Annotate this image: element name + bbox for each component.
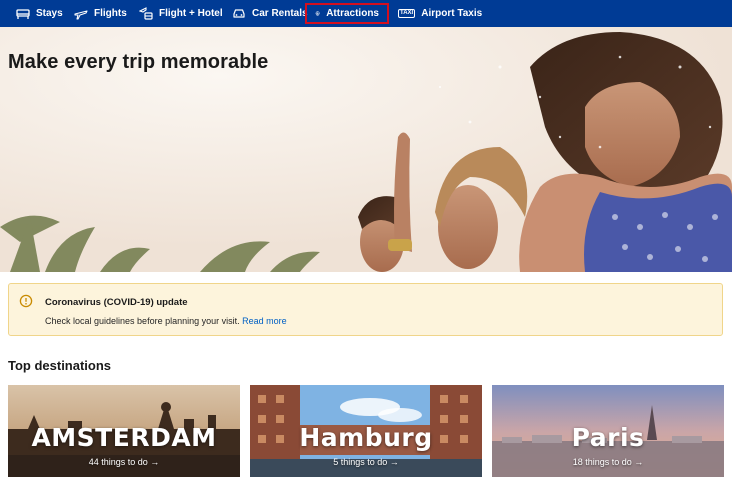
top-destinations-heading: Top destinations	[8, 358, 112, 373]
taxi-icon: TAXI	[398, 9, 416, 18]
destination-name: Hamburg	[299, 423, 433, 452]
covid-alert: Coronavirus (COVID-19) update Check loca…	[8, 283, 723, 336]
bed-icon	[16, 8, 30, 19]
nav-item-airport-taxis[interactable]: TAXI Airport Taxis	[398, 3, 482, 24]
nav-item-attractions[interactable]: Attractions	[305, 3, 389, 24]
nav-label-car-rentals: Car Rentals	[252, 8, 308, 19]
destination-count: 5 things to do →	[333, 457, 399, 467]
nav-item-car-rentals[interactable]: Car Rentals	[232, 3, 308, 24]
nav-label-airport-taxis: Airport Taxis	[421, 8, 483, 19]
destination-card-hamburg[interactable]: Hamburg 5 things to do →	[250, 385, 482, 477]
car-icon	[233, 9, 245, 18]
hero-banner: Make every trip memorable	[0, 27, 732, 272]
nav-item-flights[interactable]: Flights	[74, 3, 127, 24]
attractions-icon	[315, 11, 320, 16]
nav-item-stays[interactable]: Stays	[16, 3, 63, 24]
page: Stays Flights Flight + Hotel Car Rentals	[0, 0, 732, 477]
destination-card-paris[interactable]: Paris 18 things to do →	[492, 385, 724, 477]
alert-body-text: Check local guidelines before planning y…	[45, 316, 240, 326]
alert-title: Coronavirus (COVID-19) update	[45, 297, 188, 308]
destination-count: 44 things to do →	[88, 457, 160, 467]
nav-label-stays: Stays	[36, 8, 63, 19]
flight-hotel-icon	[139, 7, 153, 20]
nav-item-flight-hotel[interactable]: Flight + Hotel	[139, 3, 223, 24]
destination-name: AMSTERDAM	[31, 423, 217, 452]
airplane-icon	[74, 9, 88, 20]
destination-name: Paris	[571, 423, 645, 452]
info-circle-icon	[19, 294, 33, 308]
alert-body: Check local guidelines before planning y…	[45, 316, 287, 326]
destination-count: 18 things to do →	[572, 457, 644, 467]
nav-label-flights: Flights	[94, 8, 127, 19]
top-nav: Stays Flights Flight + Hotel Car Rentals	[0, 0, 732, 27]
read-more-link[interactable]: Read more	[242, 316, 287, 326]
nav-label-flight-hotel: Flight + Hotel	[159, 8, 223, 19]
nav-label-attractions: Attractions	[326, 8, 379, 19]
destination-card-amsterdam[interactable]: AMSTERDAM 44 things to do →	[8, 385, 240, 477]
hero-title: Make every trip memorable	[8, 51, 269, 73]
